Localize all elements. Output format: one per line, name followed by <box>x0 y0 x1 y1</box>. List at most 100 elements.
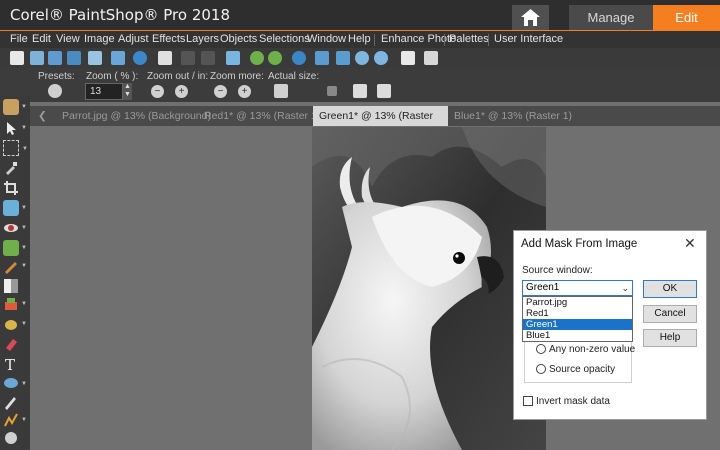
preset-dot-icon[interactable] <box>327 86 337 96</box>
new-from-template-icon[interactable] <box>30 51 44 65</box>
source-window-label: Source window: <box>522 265 593 276</box>
zoom-options-icon[interactable] <box>377 84 391 98</box>
save-icon[interactable] <box>67 51 81 65</box>
browse-icon[interactable] <box>111 51 125 65</box>
undo-icon[interactable] <box>181 51 195 65</box>
dropdown-option-blue1[interactable]: Blue1 <box>523 330 632 341</box>
manage-tab[interactable]: Manage <box>569 5 653 30</box>
dropper-tool-icon[interactable] <box>3 160 19 176</box>
rotate-right-icon[interactable] <box>268 51 282 65</box>
menu-file[interactable]: File <box>10 33 28 45</box>
straighten-tool-icon[interactable]: ▼ <box>3 200 27 216</box>
paint-brush-icon[interactable]: ▼ <box>3 258 27 274</box>
menu-bar: File Edit View Image Adjust Effects Laye… <box>0 30 720 48</box>
print-icon[interactable] <box>158 51 172 65</box>
redo-icon[interactable] <box>201 51 215 65</box>
copy-icon[interactable] <box>401 51 415 65</box>
source-window-select[interactable]: Green1 ⌄ <box>522 280 633 296</box>
svg-text:T: T <box>5 356 15 372</box>
tab-parrot[interactable]: Parrot.jpg @ 13% (Background) <box>56 106 217 126</box>
zoom-more-in-button[interactable]: + <box>238 85 251 98</box>
dialog-title: Add Mask From Image <box>521 238 638 250</box>
zoom-in-button[interactable]: + <box>175 85 188 98</box>
gradient-tool-icon[interactable] <box>3 278 19 294</box>
zoom-more-out-button[interactable]: − <box>214 85 227 98</box>
menu-user-interface[interactable]: User Interface <box>494 33 563 45</box>
menu-effects[interactable]: Effects <box>152 33 185 45</box>
ok-button[interactable]: OK <box>643 280 697 298</box>
radio-circle <box>536 344 546 355</box>
fit-window-icon[interactable] <box>315 51 329 65</box>
menu-palettes[interactable]: Palettes <box>449 33 489 45</box>
selection-tool-icon[interactable]: ▼ <box>3 140 28 156</box>
zoom-more-label: Zoom more: <box>210 71 264 82</box>
menu-objects[interactable]: Objects <box>220 33 257 45</box>
dice-icon[interactable] <box>353 84 367 98</box>
tab-blue1[interactable]: Blue1* @ 13% (Raster 1) <box>448 106 578 126</box>
menu-separator <box>444 34 445 46</box>
presets-label: Presets: <box>38 71 75 82</box>
home-button[interactable] <box>512 5 549 30</box>
document-tabs: ❮ Parrot.jpg @ 13% (Background) Red1* @ … <box>30 106 720 142</box>
rotate-left-icon[interactable] <box>250 51 264 65</box>
cancel-button[interactable]: Cancel <box>643 305 697 323</box>
red-eye-tool-icon[interactable]: ▼ <box>3 220 27 236</box>
menu-view[interactable]: View <box>56 33 80 45</box>
share-icon[interactable] <box>133 51 147 65</box>
crop-to-selection-icon[interactable] <box>226 51 240 65</box>
radio-circle <box>536 364 546 375</box>
eraser-tool-icon[interactable] <box>3 336 19 352</box>
any-nonzero-radio[interactable]: Any non-zero value <box>536 344 635 355</box>
menu-image[interactable]: Image <box>84 33 115 45</box>
menu-adjust[interactable]: Adjust <box>118 33 149 45</box>
menu-edit[interactable]: Edit <box>32 33 51 45</box>
tab-red1[interactable]: Red1* @ 13% (Raster 1) <box>198 106 326 126</box>
edit-tab[interactable]: Edit <box>653 5 720 30</box>
text-tool-icon[interactable]: T <box>3 356 19 374</box>
help-button[interactable]: Help <box>643 329 697 347</box>
zoom-spinner[interactable]: ▲ ▼ <box>123 83 132 100</box>
smudge-tool-icon[interactable]: ▼ <box>3 316 27 332</box>
clone-brush-icon[interactable] <box>3 430 19 446</box>
save-as-icon[interactable] <box>88 51 102 65</box>
tab-green1[interactable]: Green1* @ 13% (Raster 2)✕ <box>313 106 448 142</box>
pan-tool-icon[interactable]: ▼ <box>3 99 27 115</box>
zoom-out-button[interactable]: − <box>151 85 164 98</box>
pan-preset-icon[interactable] <box>48 84 62 98</box>
menu-window[interactable]: Window <box>307 33 346 45</box>
tabs-scroll-left[interactable]: ❮ <box>32 106 53 126</box>
pen-tool-icon[interactable] <box>3 394 19 410</box>
pick-tool-icon[interactable]: ▼ <box>3 120 27 136</box>
menu-layers[interactable]: Layers <box>186 33 219 45</box>
dropdown-option-green1[interactable]: Green1 <box>523 319 632 330</box>
new-file-icon[interactable] <box>10 51 24 65</box>
open-icon[interactable] <box>48 51 62 65</box>
zoom-out-icon[interactable] <box>355 51 369 65</box>
image-canvas[interactable] <box>312 127 546 450</box>
close-icon[interactable]: ✕ <box>684 235 696 252</box>
crop-tool-icon[interactable] <box>3 180 19 196</box>
fit-image-icon[interactable] <box>336 51 350 65</box>
dropdown-option-parrot[interactable]: Parrot.jpg <box>523 297 632 308</box>
menu-help[interactable]: Help <box>348 33 371 45</box>
actual-size-icon[interactable] <box>274 84 288 98</box>
warp-brush-icon[interactable]: ▼ <box>3 412 27 428</box>
tools-panel: ▼ ▼ ▼ ▼ ▼ ▼ ▼ ▼ ▼ T ▼ ▼ <box>0 96 30 450</box>
zoom-in-icon[interactable] <box>374 51 388 65</box>
source-opacity-radio[interactable]: Source opacity <box>536 364 615 375</box>
paste-icon[interactable] <box>424 51 438 65</box>
zoom-label: Zoom ( % ): <box>86 71 139 82</box>
source-opacity-label: Source opacity <box>549 364 616 375</box>
color-replacer-icon[interactable]: ▼ <box>3 296 27 312</box>
menu-selections[interactable]: Selections <box>259 33 310 45</box>
dropdown-option-red1[interactable]: Red1 <box>523 308 632 319</box>
checkbox-box <box>523 396 533 407</box>
invert-mask-checkbox[interactable]: Invert mask data <box>523 396 610 407</box>
any-nonzero-label: Any non-zero value <box>549 344 636 355</box>
makeover-tool-icon[interactable]: ▼ <box>3 240 27 256</box>
shape-tool-icon[interactable]: ▼ <box>3 376 27 392</box>
image-info-icon[interactable] <box>292 51 306 65</box>
app-title: Corel® PaintShop® Pro 2018 <box>10 6 231 24</box>
zoom-input[interactable]: 13 <box>85 83 123 100</box>
standard-toolbar <box>0 48 720 68</box>
